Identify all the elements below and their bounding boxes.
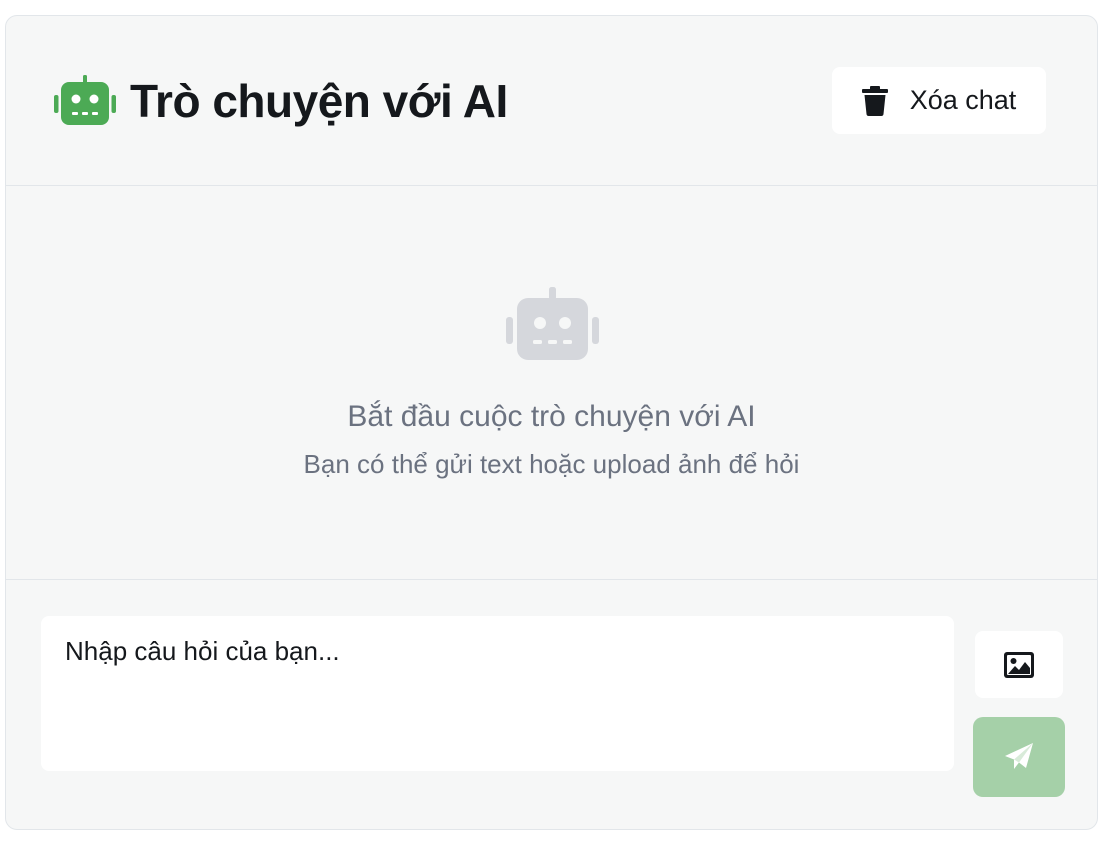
- empty-state-title: Bắt đầu cuộc trò chuyện với AI: [347, 400, 756, 433]
- clear-chat-button[interactable]: Xóa chat: [832, 67, 1046, 134]
- page-title: Trò chuyện với AI: [54, 74, 508, 128]
- image-icon: [1004, 651, 1034, 678]
- page-title-text: Trò chuyện với AI: [130, 75, 508, 127]
- send-button[interactable]: [973, 717, 1065, 797]
- upload-image-button[interactable]: [975, 631, 1063, 698]
- message-input[interactable]: [41, 616, 954, 771]
- empty-state: Bắt đầu cuộc trò chuyện với AI Bạn có th…: [6, 187, 1097, 580]
- robot-icon: [506, 287, 599, 360]
- paper-plane-icon: [1005, 743, 1033, 769]
- clear-chat-label: Xóa chat: [909, 85, 1017, 115]
- chat-header: Trò chuyện với AI Xóa chat: [6, 16, 1097, 186]
- message-composer: [6, 581, 1097, 829]
- chat-panel: Trò chuyện với AI Xóa chat Bắt đầu cuộc …: [5, 15, 1098, 830]
- empty-state-subtitle: Bạn có thể gửi text hoặc upload ảnh để h…: [303, 449, 800, 479]
- trash-icon: [861, 85, 888, 116]
- robot-icon: [54, 75, 116, 125]
